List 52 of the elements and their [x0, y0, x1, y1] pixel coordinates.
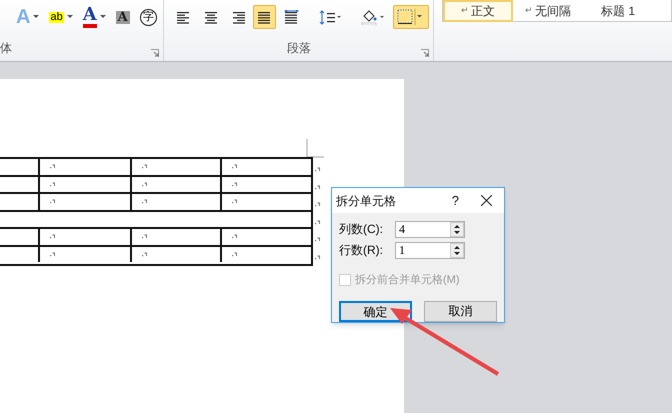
- paragraph-tool-button[interactable]: [253, 5, 276, 29]
- close-icon[interactable]: [481, 195, 492, 206]
- line-spacing-icon: [319, 10, 341, 24]
- field-label: 列数(C):: [339, 221, 384, 238]
- paint-bucket-icon: [361, 9, 385, 25]
- field-label: 行数(R):: [339, 242, 384, 259]
- cell-end-mark-icon: [232, 199, 238, 204]
- cell-end-mark-icon: [50, 234, 56, 240]
- cell-end-mark-icon: [50, 182, 56, 187]
- cell-end-mark-icon: [315, 184, 321, 190]
- dialog-launcher-icon[interactable]: [421, 49, 429, 57]
- cell-end-mark-icon: [315, 220, 321, 225]
- cell-end-mark-icon: [315, 237, 321, 242]
- align-right-icon: [230, 10, 245, 24]
- cell-end-mark-icon: [50, 199, 56, 204]
- borders-icon: [397, 9, 425, 25]
- style-item[interactable]: ↵ 无间隔: [513, 0, 589, 22]
- number-spinner[interactable]: 4: [395, 220, 465, 238]
- enclose-character-icon[interactable]: 字: [140, 8, 157, 26]
- align-left-icon: [176, 10, 191, 24]
- cell-end-mark-icon: [232, 252, 238, 257]
- cell-end-mark-icon: [142, 199, 148, 204]
- dialog-title: 拆分单元格: [336, 192, 396, 210]
- dialog-button[interactable]: 取消: [424, 300, 497, 322]
- spinner-arrows-icon[interactable]: [450, 222, 464, 236]
- group-label: 体: [0, 40, 12, 57]
- cell-end-mark-icon: [315, 167, 321, 172]
- cell-end-mark-icon: [50, 164, 56, 170]
- page-corner-mark-icon: [306, 139, 324, 158]
- cell-end-mark-icon: [142, 164, 148, 170]
- justify-icon: [257, 10, 272, 24]
- distribute-icon: [284, 10, 299, 24]
- checkbox-label: 拆分前合并单元格(M): [355, 272, 460, 288]
- help-button[interactable]: ?: [452, 190, 459, 210]
- cell-end-mark-icon: [232, 164, 238, 170]
- cell-end-mark-icon: [50, 252, 56, 257]
- cell-end-mark-icon: [315, 254, 321, 260]
- number-spinner[interactable]: 1: [395, 242, 465, 258]
- spinner-arrows-icon[interactable]: [450, 242, 464, 258]
- align-center-icon: [203, 10, 218, 24]
- character-shading-icon[interactable]: A: [116, 10, 130, 24]
- cell-end-mark-icon: [232, 234, 238, 240]
- cell-end-mark-icon: [232, 182, 238, 187]
- group-label: 段落: [287, 40, 311, 57]
- highlighter-icon[interactable]: ab: [49, 12, 64, 22]
- cell-end-mark-icon: [142, 252, 148, 257]
- cell-end-mark-icon: [142, 234, 148, 240]
- dialog-launcher-icon[interactable]: [151, 49, 159, 57]
- cell-end-mark-icon: [142, 182, 148, 187]
- style-item[interactable]: ↵ 正文: [443, 0, 513, 22]
- style-item[interactable]: 标题 1: [589, 0, 665, 22]
- cell-end-mark-icon: [315, 202, 321, 208]
